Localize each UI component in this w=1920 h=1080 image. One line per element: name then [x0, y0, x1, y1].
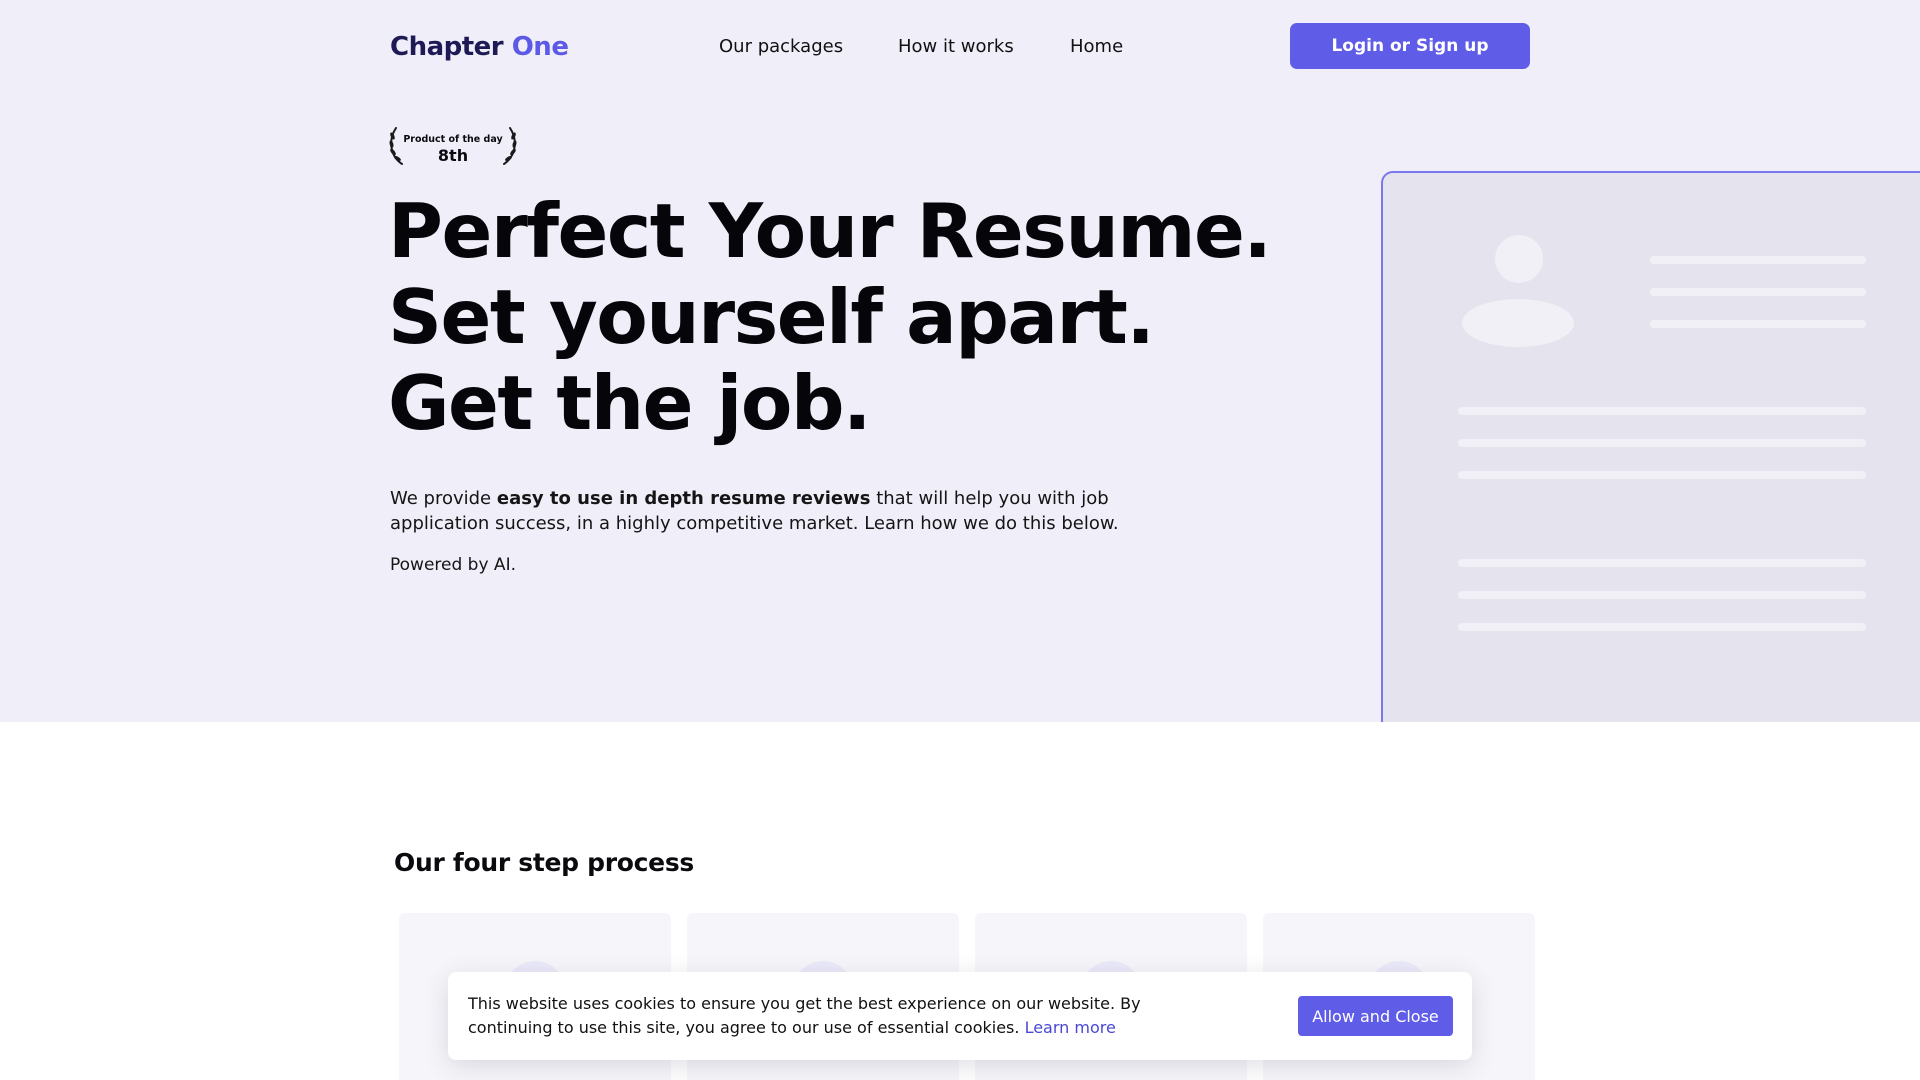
placeholder-line	[1458, 407, 1866, 415]
hero-section: Chapter One Our packages How it works Ho…	[0, 0, 1920, 722]
powered-by-text: Powered by AI.	[390, 555, 516, 575]
allow-and-close-button[interactable]: Allow and Close	[1298, 996, 1453, 1036]
logo[interactable]: Chapter One	[390, 32, 569, 62]
avatar-body-placeholder	[1462, 299, 1574, 347]
description-highlight: easy to use in depth resume reviews	[496, 488, 871, 509]
placeholder-line	[1458, 623, 1866, 631]
logo-part-2: One	[511, 32, 569, 62]
placeholder-line	[1458, 591, 1866, 599]
award-label: Product of the day	[403, 134, 503, 145]
placeholder-line	[1650, 288, 1866, 296]
placeholder-line	[1650, 256, 1866, 264]
headline-line-1: Perfect Your Resume.	[388, 187, 1272, 275]
headline-line-2: Set yourself apart.	[388, 273, 1155, 361]
placeholder-line	[1458, 559, 1866, 567]
hero-headline: Perfect Your Resume. Set yourself apart.…	[388, 187, 1272, 447]
product-of-the-day-badge: Product of the day 8th	[388, 124, 518, 168]
avatar-head-placeholder	[1495, 235, 1543, 283]
nav-our-packages[interactable]: Our packages	[719, 36, 843, 57]
cookie-banner: This website uses cookies to ensure you …	[448, 972, 1472, 1060]
description-intro: We provide	[390, 488, 497, 509]
placeholder-line	[1650, 320, 1866, 328]
nav-how-it-works[interactable]: How it works	[898, 36, 1014, 57]
hero-description: We provide easy to use in depth resume r…	[390, 486, 1150, 536]
nav-home[interactable]: Home	[1070, 36, 1123, 57]
placeholder-line	[1458, 471, 1866, 479]
placeholder-line	[1458, 439, 1866, 447]
award-rank: 8th	[437, 146, 469, 165]
process-title: Our four step process	[394, 848, 694, 877]
resume-preview-illustration	[1381, 171, 1920, 722]
headline-line-3: Get the job.	[388, 359, 872, 447]
login-signup-button[interactable]: Login or Sign up	[1290, 23, 1530, 69]
learn-more-link[interactable]: Learn more	[1025, 1018, 1116, 1037]
logo-part-1: Chapter	[390, 32, 504, 62]
cookie-text: This website uses cookies to ensure you …	[468, 992, 1188, 1040]
